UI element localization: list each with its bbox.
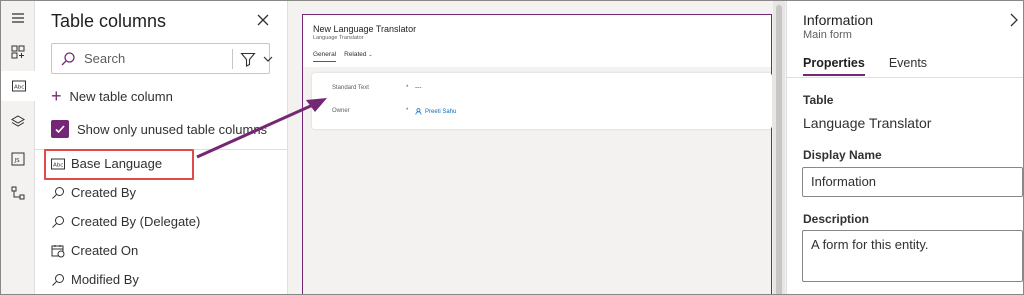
person-icon xyxy=(415,108,422,115)
field-label: Owner xyxy=(332,108,350,114)
search-input[interactable]: Search xyxy=(51,43,273,74)
list-item-label: Modified By xyxy=(71,272,139,287)
app-frame: Abc JS Table columns Search + New table … xyxy=(0,0,1024,295)
table-value: Language Translator xyxy=(803,115,932,131)
checkbox-checked[interactable] xyxy=(51,120,69,138)
lookup-icon xyxy=(51,273,65,287)
calendar-icon xyxy=(51,244,65,258)
panel-title: Table columns xyxy=(51,11,167,31)
components-icon xyxy=(11,45,25,59)
layers-icon xyxy=(11,115,25,127)
form-header: New Language Translator Language Transla… xyxy=(303,15,771,67)
display-name-field[interactable]: Information xyxy=(802,167,1023,197)
left-rail: Abc JS xyxy=(1,1,35,294)
properties-subtitle: Main form xyxy=(803,29,852,41)
tab-properties[interactable]: Properties xyxy=(803,56,865,76)
canvas-scrollbar[interactable] xyxy=(773,1,785,294)
required-marker: * xyxy=(406,85,409,91)
list-item[interactable]: Created By (Delegate) xyxy=(35,207,287,236)
tree-view-button[interactable] xyxy=(1,107,35,137)
form-title: New Language Translator xyxy=(313,24,417,34)
display-name-label: Display Name xyxy=(803,148,882,162)
form-canvas: New Language Translator Language Transla… xyxy=(288,1,786,294)
svg-text:JS: JS xyxy=(14,158,21,164)
close-icon[interactable] xyxy=(255,12,271,28)
search-placeholder: Search xyxy=(84,51,126,66)
list-item[interactable]: Modified By xyxy=(35,265,287,294)
javascript-icon: JS xyxy=(11,152,25,166)
table-columns-button[interactable]: Abc xyxy=(1,71,35,101)
form-tab-general[interactable]: General xyxy=(313,51,337,62)
new-table-column-button[interactable]: + New table column xyxy=(51,87,173,105)
plus-icon: + xyxy=(51,86,62,106)
table-label: Table xyxy=(803,93,834,107)
owner-name: Preeti Sahu xyxy=(425,108,457,115)
scrollbar-thumb[interactable] xyxy=(776,5,782,294)
form-subtitle: Language Translator xyxy=(313,35,364,41)
highlight-box xyxy=(44,149,194,180)
properties-tabs: Properties Events xyxy=(803,56,951,76)
required-marker: * xyxy=(406,108,409,114)
field-value[interactable]: --- xyxy=(415,84,422,91)
chevron-right-icon[interactable] xyxy=(1009,13,1019,27)
hamburger-icon xyxy=(12,13,24,23)
form-tabs: General Related ⌄ xyxy=(313,51,381,62)
description-field[interactable]: A form for this entity. xyxy=(802,230,1023,282)
chevron-down-icon: ⌄ xyxy=(368,52,373,58)
flow-icon xyxy=(11,186,25,200)
lookup-icon xyxy=(51,215,65,229)
form-tab-related[interactable]: Related ⌄ xyxy=(344,51,372,62)
chevron-down-icon[interactable] xyxy=(262,53,274,65)
field-label: Standard Text xyxy=(332,85,369,91)
new-column-label: New table column xyxy=(69,88,173,104)
table-columns-icon: Abc xyxy=(12,80,26,92)
description-label: Description xyxy=(803,212,870,226)
search-divider xyxy=(232,49,233,69)
form-tab-related-label: Related xyxy=(344,51,367,58)
properties-divider xyxy=(787,77,1023,78)
show-unused-label: Show only unused table columns xyxy=(77,121,268,137)
hamburger-menu-button[interactable] xyxy=(1,3,35,33)
components-button[interactable] xyxy=(1,37,35,67)
show-unused-checkbox[interactable]: Show only unused table columns xyxy=(51,119,267,139)
properties-panel: Information Main form Properties Events … xyxy=(786,1,1023,294)
lookup-icon xyxy=(51,186,65,200)
owner-lookup-value[interactable]: Preeti Sahu xyxy=(415,108,456,115)
form-section[interactable]: Standard Text * --- Owner * Preeti Sahu xyxy=(312,73,772,129)
tab-events[interactable]: Events xyxy=(889,56,927,76)
form-libraries-button[interactable]: JS xyxy=(1,144,35,174)
business-rules-button[interactable] xyxy=(1,178,35,208)
list-item-label: Created By (Delegate) xyxy=(71,214,201,229)
search-icon xyxy=(61,52,75,66)
checkmark-icon xyxy=(55,125,65,134)
list-item[interactable]: Created On xyxy=(35,236,287,265)
list-item[interactable]: Created By xyxy=(35,178,287,207)
properties-title: Information xyxy=(803,12,874,28)
list-item-label: Created On xyxy=(71,243,139,258)
table-columns-panel: Table columns Search + New table column … xyxy=(35,1,288,294)
svg-text:Abc: Abc xyxy=(14,85,24,91)
form-preview[interactable]: New Language Translator Language Transla… xyxy=(302,14,772,294)
list-item-label: Created By xyxy=(71,185,137,200)
filter-icon[interactable] xyxy=(240,51,256,67)
